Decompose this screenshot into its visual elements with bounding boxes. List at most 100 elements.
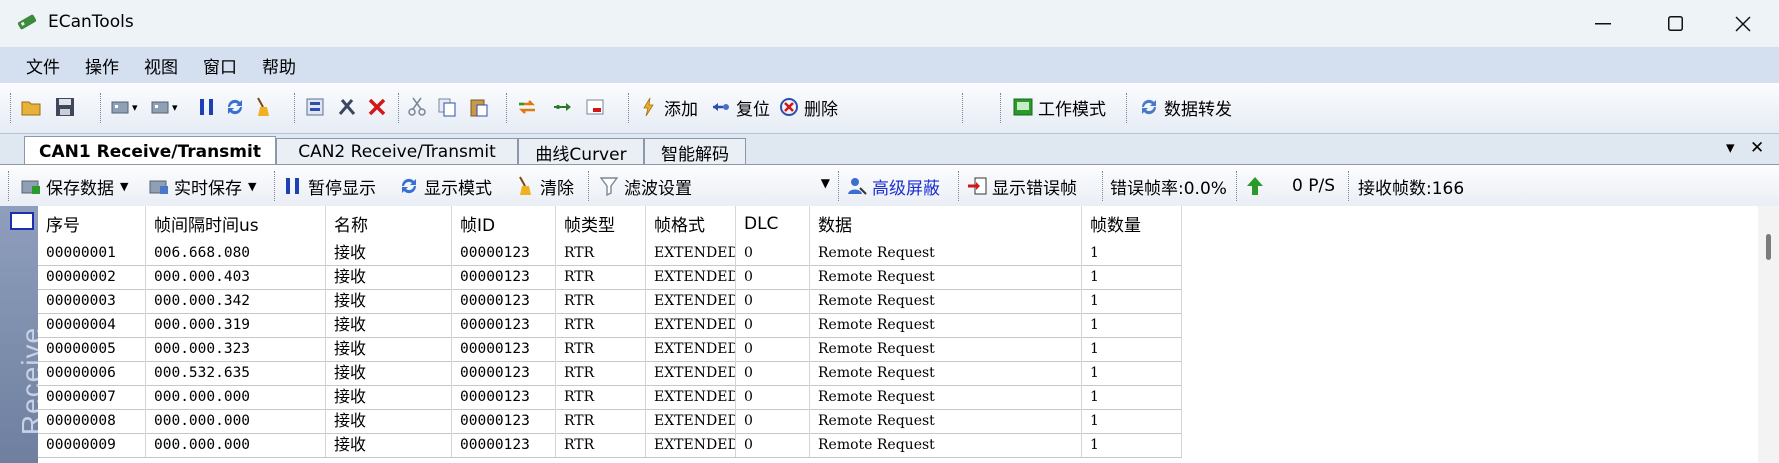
- table-row[interactable]: 00000005 000.000.323 接收 00000123 RTR EXTENDED…: [38, 337, 1182, 362]
- minimize-button[interactable]: [1568, 0, 1638, 47]
- table-row[interactable]: 00000002 000.000.403 接收 00000123 RTR EXTENDED…: [38, 265, 1182, 290]
- device2-button[interactable]: ▾: [150, 91, 178, 123]
- cell-frame-id: 00000123: [452, 385, 556, 409]
- display-mode-button[interactable]: 显示模式: [398, 172, 492, 200]
- column-header-name[interactable]: 名称: [326, 206, 452, 241]
- table-row[interactable]: 00000007 000.000.000 接收 00000123 RTR EXTENDED…: [38, 385, 1182, 410]
- copy-button[interactable]: [436, 91, 458, 123]
- menu-window[interactable]: 窗口: [203, 53, 252, 78]
- pause-display-button[interactable]: 暂停显示: [282, 172, 376, 200]
- tab-smart-decode[interactable]: 智能解码: [644, 138, 746, 165]
- tab-curve-label: 曲线Curver: [535, 144, 627, 165]
- tools-icon: [338, 99, 356, 115]
- cell-frame-id: 00000123: [452, 337, 556, 361]
- table-row[interactable]: 00000001 006.668.080 接收 00000123 RTR EXTENDED…: [38, 241, 1182, 266]
- table-row[interactable]: 00000003 000.000.342 接收 00000123 RTR EXTENDED…: [38, 289, 1182, 314]
- column-header-frame-count[interactable]: 帧数量: [1082, 206, 1182, 241]
- main-toolbar: ▾ ▾ 添加 复位 删除 工作模式 数据转发: [0, 83, 1779, 134]
- vertical-scrollbar[interactable]: [1758, 206, 1779, 463]
- cell-frame-type: RTR: [556, 409, 646, 433]
- connect-button[interactable]: [552, 91, 574, 123]
- column-header-frame-type[interactable]: 帧类型: [556, 206, 646, 241]
- table-row[interactable]: 00000009 000.000.000 接收 00000123 RTR EXTENDED…: [38, 433, 1182, 458]
- pause-button[interactable]: [196, 91, 218, 123]
- cell-frame-type: RTR: [556, 265, 646, 289]
- clear-button[interactable]: 清除: [514, 172, 574, 200]
- menu-help[interactable]: 帮助: [262, 53, 311, 78]
- cell-interval: 000.000.319: [146, 313, 326, 337]
- disconnect-button[interactable]: [584, 91, 606, 123]
- chevron-down-icon[interactable]: ▼: [120, 180, 128, 193]
- refresh-button[interactable]: [224, 91, 246, 123]
- cell-interval: 000.000.000: [146, 433, 326, 457]
- chevron-down-icon[interactable]: ▼: [821, 176, 830, 190]
- realtime-save-button[interactable]: 实时保存 ▼: [148, 172, 256, 200]
- properties-icon: [306, 98, 324, 116]
- cell-frame-type: RTR: [556, 313, 646, 337]
- reset-button[interactable]: 复位: [710, 91, 770, 123]
- column-header-frame-format[interactable]: 帧格式: [646, 206, 736, 241]
- column-header-frame-id[interactable]: 帧ID: [452, 206, 556, 241]
- menu-file[interactable]: 文件: [26, 53, 75, 78]
- save-data-button[interactable]: 保存数据 ▼: [20, 172, 128, 200]
- work-mode-button[interactable]: 工作模式: [1012, 91, 1106, 123]
- swap-button[interactable]: [516, 91, 538, 123]
- sync-icon: [1141, 99, 1157, 115]
- cell-frame-type: RTR: [556, 337, 646, 361]
- received-frames-text: 接收帧数:166: [1358, 178, 1465, 199]
- advanced-mask-button[interactable]: 高级屏蔽: [846, 172, 940, 200]
- cell-interval: 006.668.080: [146, 241, 326, 265]
- table-row[interactable]: 00000008 000.000.000 接收 00000123 RTR EXTENDED…: [38, 409, 1182, 434]
- display-mode-icon: [401, 178, 417, 194]
- cell-name: 接收: [326, 265, 452, 289]
- cell-frame-type: RTR: [556, 385, 646, 409]
- column-header-data[interactable]: 数据: [810, 206, 1082, 241]
- tab-dropdown-icon[interactable]: ▾: [1726, 138, 1735, 158]
- toolbar-separator: [1236, 171, 1239, 201]
- close-button[interactable]: [1708, 0, 1778, 47]
- add-button[interactable]: 添加: [638, 91, 698, 123]
- cell-interval: 000.000.342: [146, 289, 326, 313]
- tools-button[interactable]: [336, 91, 358, 123]
- table-row[interactable]: 00000006 000.532.635 接收 00000123 RTR EXTENDED…: [38, 361, 1182, 386]
- display-mode-label: 显示模式: [424, 178, 492, 199]
- filter-settings-button[interactable]: 滤波设置: [598, 172, 692, 200]
- maximize-button[interactable]: [1640, 0, 1710, 47]
- cell-frame-id: 00000123: [452, 409, 556, 433]
- menu-view[interactable]: 视图: [144, 53, 193, 78]
- tab-can2[interactable]: CAN2 Receive/Transmit: [276, 138, 518, 165]
- data-forward-button[interactable]: 数据转发: [1138, 91, 1232, 123]
- chevron-down-icon[interactable]: ▼: [248, 180, 256, 193]
- filter-icon: [599, 177, 619, 197]
- cell-name: 接收: [326, 337, 452, 361]
- tab-can1[interactable]: CAN1 Receive/Transmit: [24, 136, 276, 167]
- stop-button[interactable]: [366, 91, 388, 123]
- show-error-frames-button[interactable]: 显示错误帧: [966, 172, 1077, 200]
- cut-button[interactable]: [406, 91, 428, 123]
- paste-button[interactable]: [468, 91, 490, 123]
- lightning-icon: [643, 97, 654, 117]
- scrollbar-thumb[interactable]: [1766, 234, 1771, 260]
- device-button[interactable]: ▾: [110, 91, 138, 123]
- column-header-interval[interactable]: 帧间隔时间us: [146, 206, 326, 241]
- delete-button[interactable]: 删除: [778, 91, 838, 123]
- cell-dlc: 0: [736, 433, 810, 457]
- error-rate-text: 错误帧率:0.0%: [1110, 178, 1227, 199]
- toolbar-separator: [398, 93, 401, 123]
- cell-frame-type: RTR: [556, 361, 646, 385]
- tab-close-icon[interactable]: ✕: [1750, 138, 1764, 158]
- column-header-index[interactable]: 序号: [38, 206, 146, 241]
- filter-combo[interactable]: ▼: [714, 172, 834, 200]
- menu-operate[interactable]: 操作: [85, 53, 134, 78]
- open-button[interactable]: [20, 91, 42, 123]
- save-button[interactable]: [54, 91, 76, 123]
- cell-data: Remote Request: [810, 337, 1082, 361]
- scissors-icon: [408, 97, 426, 116]
- table-row[interactable]: 00000004 000.000.319 接收 00000123 RTR EXTENDED…: [38, 313, 1182, 338]
- tab-curve[interactable]: 曲线Curver: [518, 138, 644, 165]
- column-header-dlc[interactable]: DLC: [736, 206, 810, 241]
- properties-button[interactable]: [304, 91, 326, 123]
- clear-button[interactable]: [252, 91, 274, 123]
- panel-toggle-icon[interactable]: [10, 212, 34, 230]
- tab-smart-decode-label: 智能解码: [661, 144, 729, 165]
